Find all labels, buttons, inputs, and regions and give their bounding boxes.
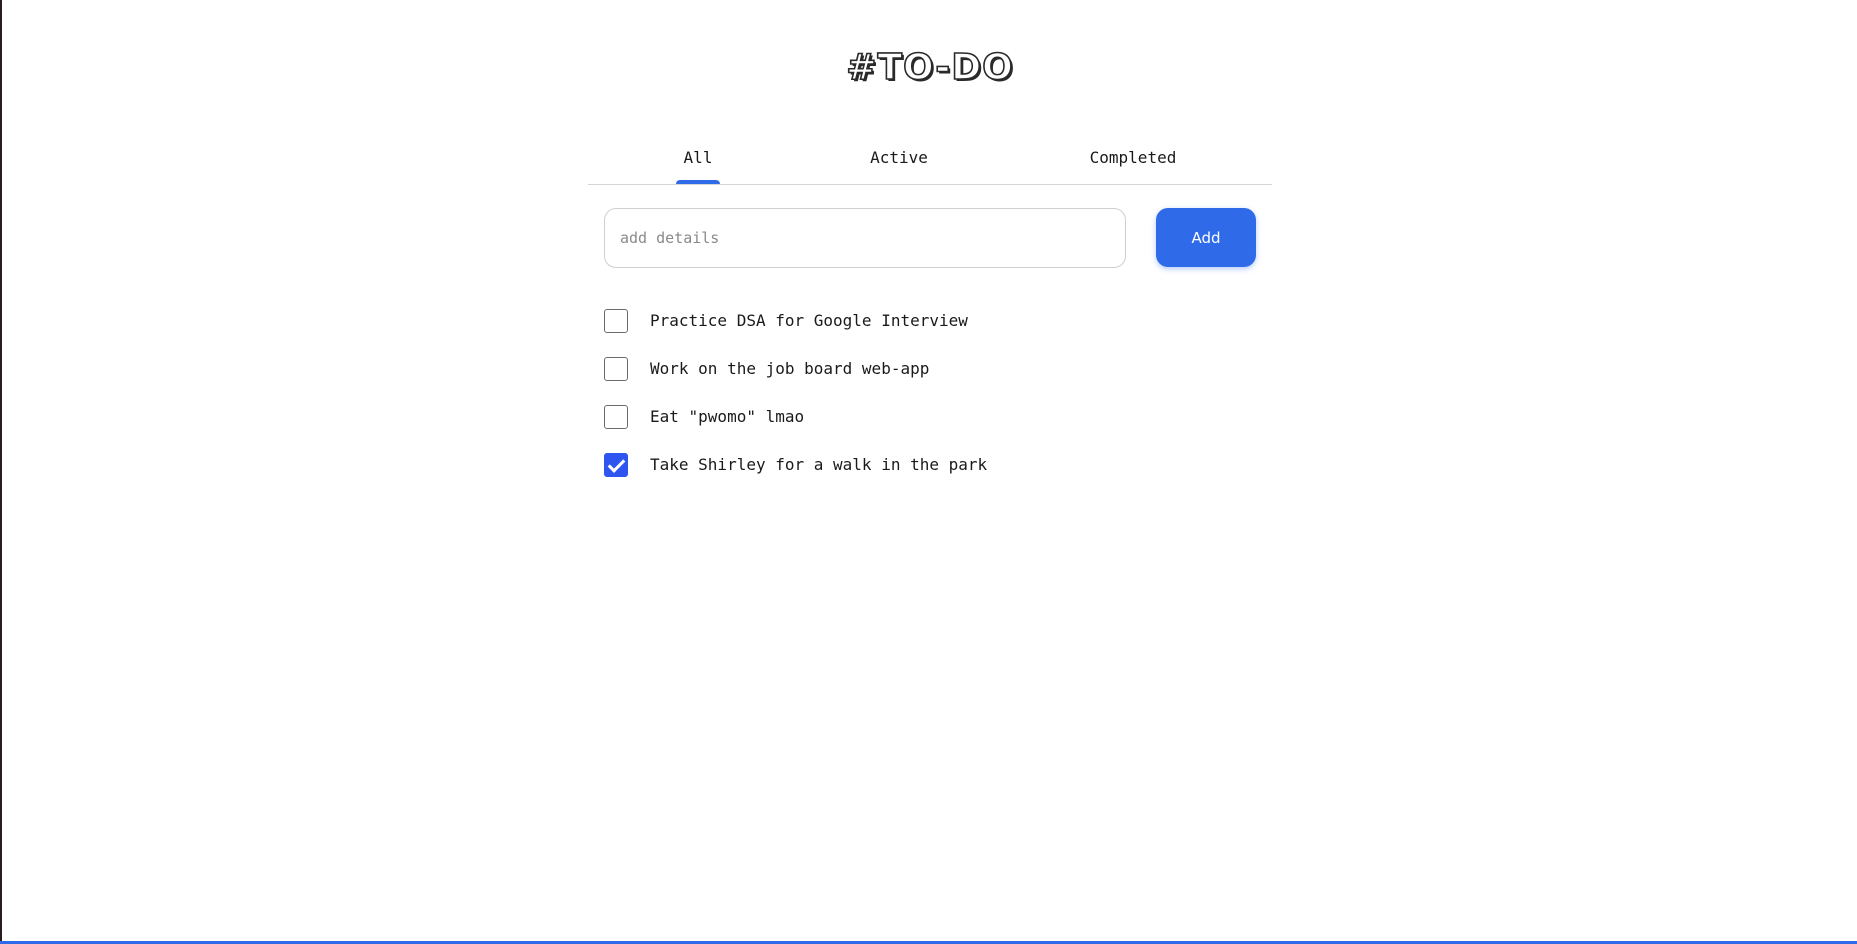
todo-text: Practice DSA for Google Interview [650, 311, 968, 330]
todo-checkbox[interactable] [604, 309, 628, 333]
todo-checkbox[interactable] [604, 405, 628, 429]
todo-item: Practice DSA for Google Interview [604, 309, 1256, 357]
todo-checkbox[interactable] [604, 357, 628, 381]
new-todo-row: Add [604, 208, 1256, 270]
todo-details-input[interactable] [604, 208, 1126, 268]
add-button[interactable]: Add [1156, 208, 1256, 267]
selected-tab-indicator [676, 180, 720, 184]
tab-active[interactable]: Active [866, 148, 932, 167]
tab-all[interactable]: All [676, 148, 720, 167]
todo-item: Eat "pwomo" lmao [604, 405, 1256, 453]
todo-checkbox-checked[interactable] [604, 453, 628, 477]
todo-item: Take Shirley for a walk in the park [604, 453, 1256, 501]
app-title: #TO-DO [845, 46, 1014, 89]
filter-tabs: All Active Completed [588, 138, 1272, 185]
todo-text: Work on the job board web-app [650, 359, 930, 378]
todo-text: Eat "pwomo" lmao [650, 407, 805, 426]
todo-item: Work on the job board web-app [604, 357, 1256, 405]
todo-list: Practice DSA for Google Interview Work o… [604, 309, 1256, 501]
window-left-edge [0, 0, 2, 944]
tab-completed[interactable]: Completed [1084, 148, 1182, 167]
todo-text: Take Shirley for a walk in the park [650, 455, 988, 474]
